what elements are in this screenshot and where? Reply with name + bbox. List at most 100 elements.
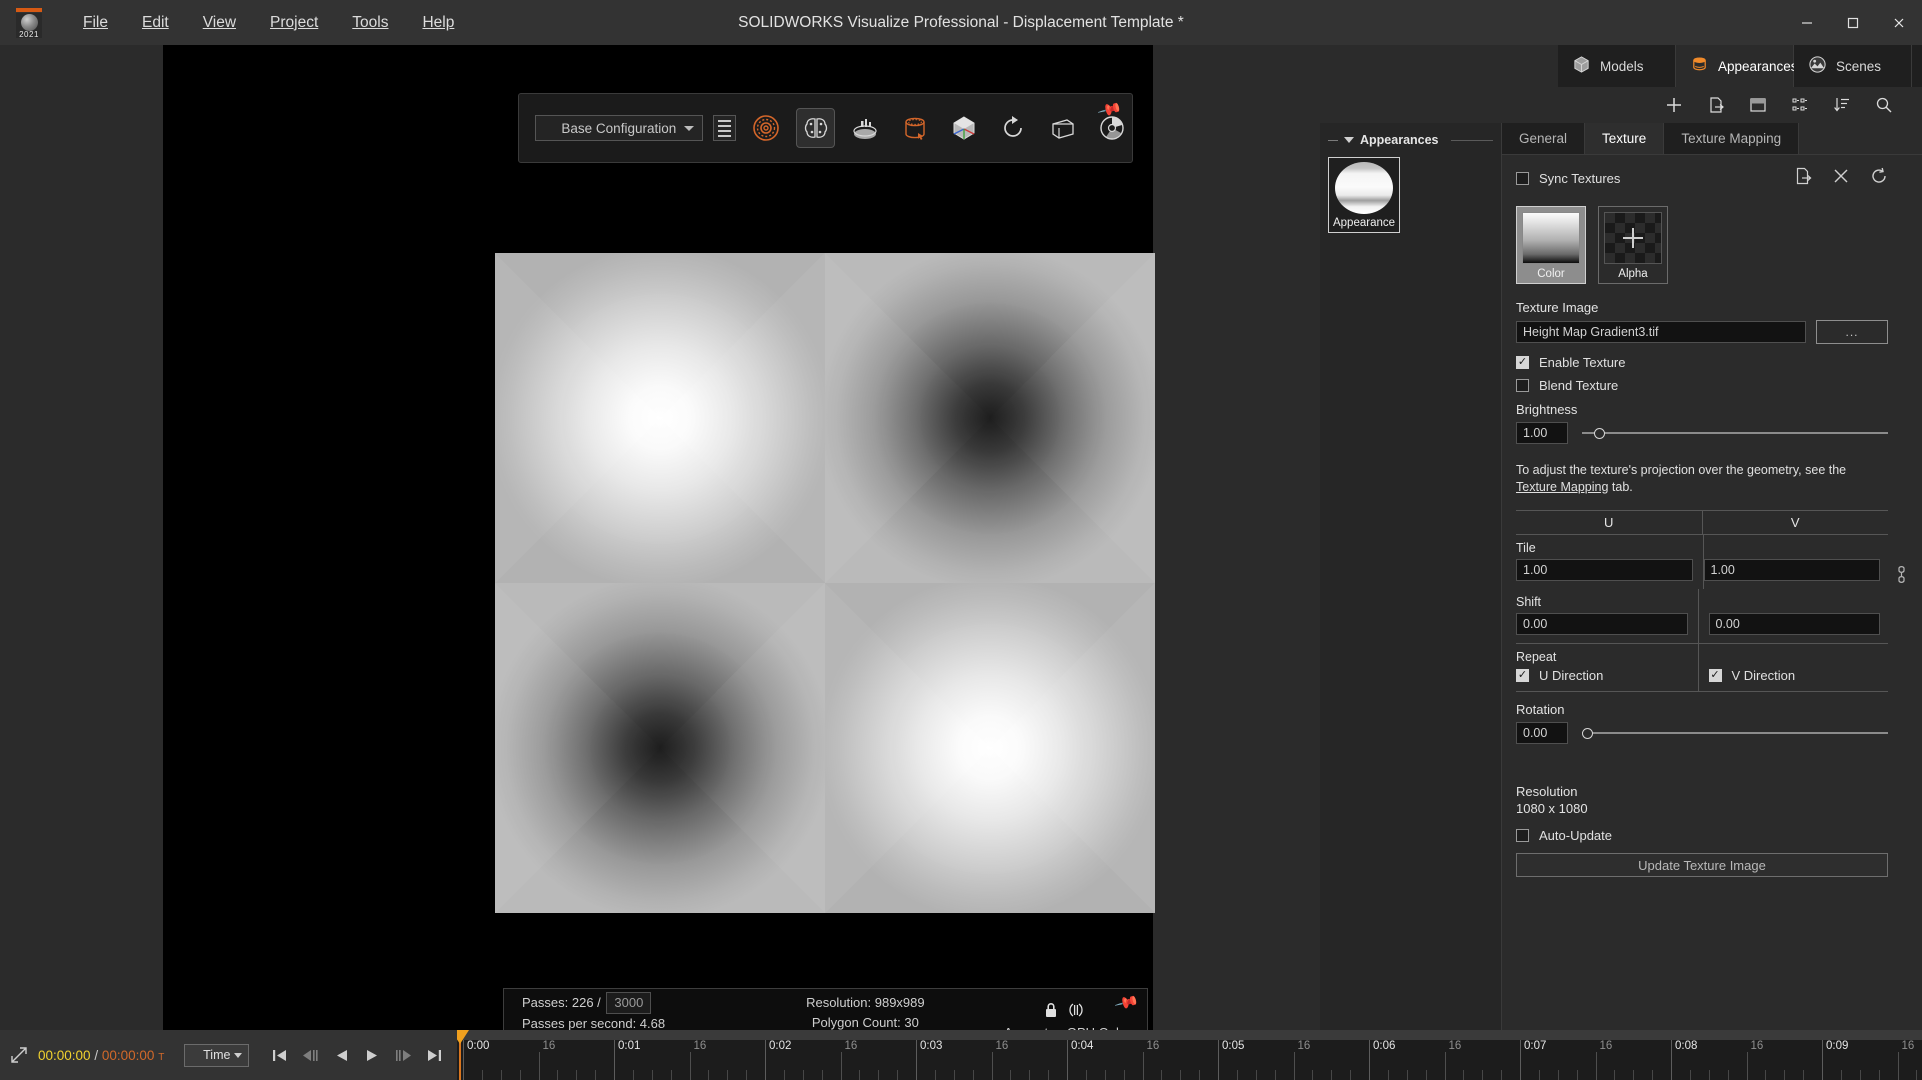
expand-icon[interactable]: [0, 1045, 38, 1065]
enable-texture-row[interactable]: Enable Texture: [1516, 355, 1888, 370]
configuration-dropdown[interactable]: Base Configuration: [535, 115, 703, 141]
appearance-preview-sphere: [1335, 162, 1393, 214]
tab-texture[interactable]: Texture: [1585, 123, 1665, 154]
brightness-input[interactable]: 1.00: [1516, 422, 1568, 444]
sync-textures-row: Sync Textures: [1516, 167, 1888, 190]
tile-u-input[interactable]: 1.00: [1516, 559, 1693, 581]
enable-texture-checkbox[interactable]: [1516, 356, 1529, 369]
brightness-slider[interactable]: [1582, 426, 1888, 440]
current-time: 00:00:00: [38, 1047, 91, 1063]
texture-tab-content: Sync Textures Color Alpha Texture Image …: [1502, 155, 1922, 877]
timeline-subtick: [481, 1070, 483, 1080]
timeline-subtick: [557, 1070, 559, 1080]
play-reverse-button[interactable]: [335, 1048, 350, 1063]
menu-view[interactable]: View: [186, 10, 253, 36]
gpu-icon[interactable]: [1066, 1002, 1086, 1024]
play-button[interactable]: [364, 1048, 379, 1063]
hint-pre: To adjust the texture's projection over …: [1516, 463, 1847, 477]
repeat-u-checkbox[interactable]: [1516, 669, 1529, 682]
tab-general[interactable]: General: [1502, 123, 1586, 154]
sync-textures-control[interactable]: Sync Textures: [1516, 171, 1620, 186]
minimize-button[interactable]: [1784, 0, 1830, 45]
texture-mapping-link[interactable]: Texture Mapping: [1516, 480, 1608, 494]
timeline-subtick: [1331, 1070, 1333, 1080]
add-icon[interactable]: [1664, 95, 1684, 115]
remove-texture-icon[interactable]: [1832, 167, 1850, 190]
timeline-minor-tick: 16: [542, 1040, 556, 1052]
timeline-subtick: [1878, 1070, 1880, 1080]
tab-appearances[interactable]: Appearances: [1676, 45, 1798, 87]
passes-max-input[interactable]: 3000: [606, 992, 652, 1014]
maximize-button[interactable]: [1830, 0, 1876, 45]
timeline-minor-tick: 16: [1599, 1040, 1613, 1052]
skip-start-button[interactable]: [271, 1048, 288, 1063]
shift-u-input[interactable]: 0.00: [1516, 613, 1688, 635]
tab-models[interactable]: Models: [1558, 45, 1676, 87]
tab-scenes[interactable]: Scenes: [1794, 45, 1912, 87]
blend-texture-row[interactable]: Blend Texture: [1516, 378, 1888, 393]
menu-file[interactable]: File: [66, 10, 125, 36]
menu-tools[interactable]: Tools: [335, 10, 405, 36]
render-quad-bottom-right: [825, 583, 1155, 913]
texture-channel-color[interactable]: Color: [1516, 206, 1586, 284]
auto-update-checkbox[interactable]: [1516, 829, 1529, 842]
tab-appearances-label: Appearances: [1718, 58, 1798, 74]
rotation-input[interactable]: 0.00: [1516, 722, 1568, 744]
tab-cameras[interactable]: Cameras: [1912, 45, 1922, 87]
texture-actions: [1794, 167, 1888, 190]
repeat-v-checkbox[interactable]: [1708, 669, 1722, 682]
environment-icon[interactable]: [895, 108, 934, 148]
update-texture-image-button[interactable]: Update Texture Image: [1516, 853, 1888, 877]
configuration-list-button[interactable]: [712, 115, 737, 141]
link-icon[interactable]: [1895, 565, 1908, 590]
timeline-mode-dropdown[interactable]: Time: [184, 1043, 250, 1067]
browse-texture-button[interactable]: ...: [1816, 320, 1888, 344]
menu-project[interactable]: Project: [253, 10, 335, 36]
appearance-thumbnail[interactable]: Appearance: [1328, 157, 1400, 233]
shift-v-input[interactable]: 0.00: [1708, 613, 1880, 635]
blend-texture-checkbox[interactable]: [1516, 379, 1529, 392]
repeat-v-control[interactable]: V Direction: [1708, 668, 1881, 683]
render-modes-icon[interactable]: [746, 108, 785, 148]
timeline-minor-gridline: [1142, 1052, 1144, 1080]
reset-camera-icon[interactable]: [994, 108, 1033, 148]
appearances-section-header[interactable]: Appearances: [1328, 133, 1493, 147]
tile-v-input[interactable]: 1.00: [1703, 559, 1880, 581]
timeline-major-gridline: [1369, 1040, 1370, 1080]
color-swatch-label: Color: [1537, 268, 1565, 280]
texture-channel-alpha[interactable]: Alpha: [1598, 206, 1668, 284]
close-button[interactable]: [1876, 0, 1922, 45]
sort-icon[interactable]: [1832, 95, 1852, 115]
brightness-slider-knob[interactable]: [1594, 427, 1606, 439]
timeline-major-tick: 0:03: [920, 1040, 943, 1052]
render-region-icon[interactable]: [1043, 108, 1082, 148]
camera-axis-icon[interactable]: [944, 108, 983, 148]
menu-help[interactable]: Help: [405, 10, 471, 36]
export-texture-icon[interactable]: [1794, 167, 1812, 190]
rotation-slider-knob[interactable]: [1582, 727, 1593, 739]
reload-texture-icon[interactable]: [1870, 167, 1888, 190]
step-back-button[interactable]: [302, 1048, 321, 1063]
repeat-u-control[interactable]: U Direction: [1516, 668, 1688, 683]
logo-year: 2021: [19, 29, 39, 39]
layout-icon[interactable]: [1748, 95, 1768, 115]
sync-textures-checkbox[interactable]: [1516, 172, 1529, 185]
step-forward-button[interactable]: [393, 1048, 412, 1063]
timeline-scroll-track[interactable]: [457, 1030, 1922, 1040]
grid-view-icon[interactable]: [1790, 95, 1810, 115]
timeline-playhead[interactable]: [457, 1030, 469, 1080]
tab-texture-mapping[interactable]: Texture Mapping: [1664, 123, 1800, 154]
rotation-slider[interactable]: [1582, 726, 1888, 740]
lock-icon[interactable]: [1044, 1002, 1058, 1024]
ground-shadow-icon[interactable]: [845, 108, 884, 148]
search-icon[interactable]: [1874, 95, 1894, 115]
menu-edit[interactable]: Edit: [125, 10, 186, 36]
render-viewport[interactable]: Base Configuration 📌 Passes: 226 / 3000 …: [163, 45, 1155, 1058]
texture-image-input[interactable]: Height Map Gradient3.tif: [1516, 321, 1806, 343]
timeline-ruler[interactable]: 0:00 16 0:01 16 0:02 16 0:03 16 0:04 16 0:05 16 0:06…: [457, 1030, 1922, 1080]
auto-update-row[interactable]: Auto-Update: [1516, 828, 1888, 843]
chevron-down-icon[interactable]: [1344, 137, 1354, 143]
skip-end-button[interactable]: [426, 1048, 443, 1063]
import-file-icon[interactable]: [1706, 95, 1726, 115]
denoiser-icon[interactable]: [795, 108, 836, 148]
